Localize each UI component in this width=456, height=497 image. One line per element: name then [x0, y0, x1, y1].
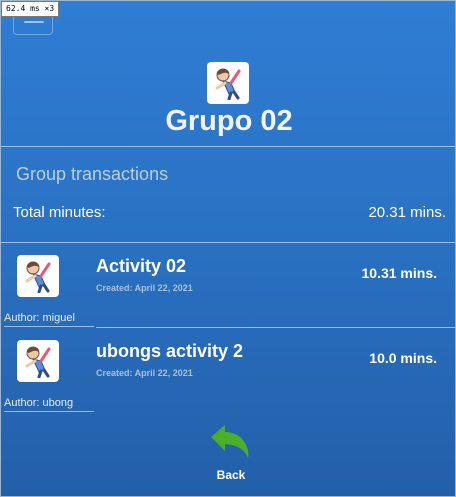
back-button[interactable]: Back [1, 468, 455, 482]
app-screen: 62.4 ms ×3 Grupo 02 Group transactions T… [0, 0, 456, 497]
back-arrow-icon[interactable] [209, 423, 251, 459]
activity-author: Author: ubong [4, 397, 94, 412]
activity-row[interactable]: ubongs activity 2 Created: April 22, 202… [1, 328, 455, 413]
section-title: Group transactions [16, 164, 169, 184]
hamburger-menu-icon [24, 21, 44, 23]
activity-thumbnail [17, 255, 59, 297]
activity-row[interactable]: Activity 02 Created: April 22, 2021 10.3… [1, 243, 455, 328]
perf-counter: 62.4 ms ×3 [1, 1, 60, 17]
activity-created-date: Created: April 22, 2021 [96, 283, 193, 293]
total-minutes-label: Total minutes: [13, 204, 106, 221]
group-avatar [207, 62, 249, 104]
activity-created-date: Created: April 22, 2021 [96, 368, 193, 378]
person-stretching-icon [25, 261, 51, 293]
group-title: Grupo 02 [165, 105, 293, 137]
header-divider [1, 146, 455, 147]
activity-thumbnail [17, 340, 59, 382]
activity-minutes: 10.0 mins. [369, 350, 437, 366]
total-minutes-value: 20.31 mins. [368, 204, 446, 221]
person-stretching-icon [215, 68, 241, 100]
activity-author: Author: miguel [4, 312, 94, 327]
activity-name: ubongs activity 2 [96, 341, 244, 361]
activity-minutes: 10.31 mins. [361, 265, 438, 281]
activity-name: Activity 02 [96, 256, 187, 276]
person-stretching-icon [25, 346, 51, 378]
